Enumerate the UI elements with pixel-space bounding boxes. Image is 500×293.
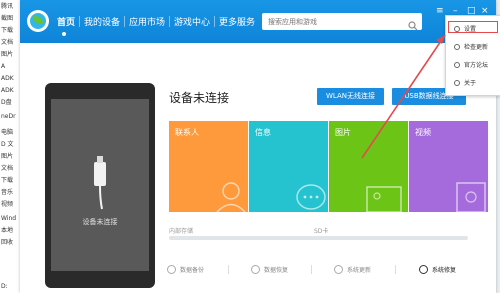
list-item: 视频 xyxy=(1,201,14,208)
list-item: 电脑 xyxy=(1,129,14,136)
usb-cable-icon xyxy=(94,156,106,210)
wlan-connect-button[interactable]: WLAN无线连接 xyxy=(317,88,384,105)
main-menu-icon[interactable]: ≡ xyxy=(436,6,444,16)
tile-videos[interactable]: 视频 xyxy=(409,121,488,212)
sd-storage-label: SD卡 xyxy=(314,228,329,235)
tool-label: 数据恢复 xyxy=(264,267,289,274)
menu-item-label: 关于 xyxy=(464,80,477,87)
tool-divider xyxy=(395,265,396,274)
list-item: D 文 xyxy=(1,141,14,148)
main-menu-dropdown: 设置 检查更新 官方论坛 关于 xyxy=(445,15,500,96)
list-item: neDr xyxy=(1,113,16,120)
list-item: D盘 xyxy=(1,99,12,106)
nav-app-market[interactable]: 应用市场 xyxy=(129,15,165,28)
tool-divider xyxy=(228,265,229,274)
list-item: 回收 xyxy=(1,239,14,246)
phone-illustration: 设备未连接 xyxy=(45,83,155,288)
list-item: 图片 xyxy=(1,153,14,160)
list-item: 下载 xyxy=(1,27,14,34)
nav-more-services[interactable]: 更多服务 xyxy=(219,15,255,28)
nav-my-device[interactable]: 我的设备 xyxy=(84,15,120,28)
internal-storage-bar xyxy=(169,236,319,240)
tool-label: 系统修复 xyxy=(432,267,457,274)
list-item: 音乐 xyxy=(1,189,14,196)
tool-divider xyxy=(311,265,312,274)
system-update-tool[interactable]: 系统更新 xyxy=(334,265,371,274)
sd-storage-bar xyxy=(314,236,468,240)
menu-item-label: 设置 xyxy=(464,26,477,33)
tile-label: 视频 xyxy=(415,128,431,137)
app-logo xyxy=(27,10,49,32)
list-item: 文档 xyxy=(1,165,14,172)
tool-label: 数据备份 xyxy=(180,267,205,274)
forum-icon xyxy=(454,61,460,68)
nav-divider xyxy=(169,16,170,27)
list-item: ADK xyxy=(1,87,14,94)
update-icon xyxy=(454,43,460,50)
list-item: 腾讯 xyxy=(1,3,14,10)
menu-item-settings[interactable]: 设置 xyxy=(454,24,476,33)
restore-data-icon xyxy=(251,265,260,274)
list-item: 本地 xyxy=(1,227,14,234)
nav-divider xyxy=(124,16,125,27)
background-app-list: 腾讯 截图 下载 文档 图片 A ADK ADK D盘 neDr 电脑 D 文 … xyxy=(0,0,21,293)
info-icon xyxy=(454,79,460,86)
menu-item-check-update[interactable]: 检查更新 xyxy=(454,42,488,51)
nav-game-center[interactable]: 游戏中心 xyxy=(174,15,210,28)
menu-item-forum[interactable]: 官方论坛 xyxy=(454,60,488,69)
menu-item-label: 检查更新 xyxy=(464,44,489,51)
connection-status-title: 设备未连接 xyxy=(169,91,230,105)
backup-icon xyxy=(167,265,176,274)
list-item: 下载 xyxy=(1,177,14,184)
restore-tool[interactable]: 数据恢复 xyxy=(251,265,288,274)
gear-icon xyxy=(419,265,428,274)
update-icon xyxy=(334,265,343,274)
tile-label: 信息 xyxy=(255,128,271,137)
nav-home[interactable]: 首页 xyxy=(57,15,75,28)
tile-label: 联系人 xyxy=(175,128,199,137)
system-repair-tool[interactable]: 系统修复 xyxy=(419,265,456,274)
app-window: 首页 我的设备 应用市场 游戏中心 更多服务 ≡ – □ × 设备未连接 xyxy=(20,0,496,293)
internal-storage-label: 内部存储 xyxy=(169,228,194,235)
menu-item-about[interactable]: 关于 xyxy=(454,78,476,87)
top-nav-bar: 首页 我的设备 应用市场 游戏中心 更多服务 ≡ – □ × xyxy=(20,0,496,43)
phone-status-label: 设备未连接 xyxy=(82,218,118,226)
tile-label: 图片 xyxy=(335,128,351,137)
search-icon[interactable] xyxy=(408,16,418,35)
backup-tool[interactable]: 数据备份 xyxy=(167,265,204,274)
tile-messages[interactable]: 信息 xyxy=(249,121,328,212)
tool-label: 系统更新 xyxy=(347,267,372,274)
tile-pictures[interactable]: 图片 xyxy=(329,121,408,212)
search-box xyxy=(262,13,422,31)
list-item: ADK xyxy=(1,75,14,82)
list-item: Wind xyxy=(1,215,17,222)
list-item: 截图 xyxy=(1,15,14,22)
nav-divider xyxy=(79,16,80,27)
tile-contacts[interactable]: 联系人 xyxy=(169,121,248,212)
list-item: D: xyxy=(1,283,8,290)
gear-icon xyxy=(454,25,460,32)
phone-screen: 设备未连接 xyxy=(51,99,149,271)
list-item: 文档 xyxy=(1,39,14,46)
list-item: A xyxy=(1,63,6,70)
list-item: 图片 xyxy=(1,51,14,58)
search-input[interactable] xyxy=(266,15,400,29)
active-nav-indicator xyxy=(62,32,66,36)
nav-divider xyxy=(214,16,215,27)
menu-item-label: 官方论坛 xyxy=(464,62,489,69)
